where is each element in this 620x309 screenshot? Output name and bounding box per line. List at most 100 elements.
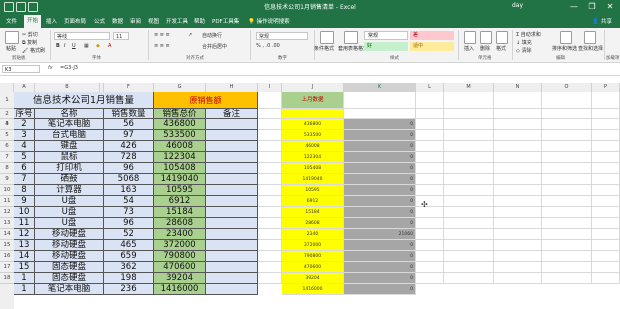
table-row-seq[interactable]: 7	[14, 174, 35, 185]
orientation-icon[interactable]: ↗	[188, 32, 192, 38]
cut-button[interactable]: ✂ 剪切	[22, 31, 38, 38]
table-row-name[interactable]: 固态硬盘	[35, 273, 104, 284]
empty-cell[interactable]	[592, 141, 620, 152]
difference-value[interactable]: 0	[344, 196, 416, 207]
table-row-note[interactable]	[206, 174, 258, 185]
font-color-icon[interactable]: A	[108, 43, 111, 49]
empty-cell[interactable]	[258, 196, 282, 207]
empty-cell[interactable]	[592, 163, 620, 174]
table-row-note[interactable]	[206, 262, 258, 273]
row-header[interactable]: 11	[0, 196, 14, 207]
row-header[interactable]: 5	[0, 130, 14, 141]
format-cells-icon[interactable]	[496, 31, 508, 44]
empty-cell[interactable]	[444, 119, 494, 130]
header-seq[interactable]: 序号	[14, 109, 35, 119]
empty-cell[interactable]	[592, 240, 620, 251]
empty-cell[interactable]	[542, 196, 592, 207]
empty-cell[interactable]	[416, 141, 444, 152]
minimize-button[interactable]: —	[568, 1, 580, 12]
table-row-note[interactable]	[206, 152, 258, 163]
difference-value[interactable]: 0	[344, 284, 416, 295]
user-name[interactable]: day	[512, 2, 523, 9]
empty-cell[interactable]	[592, 218, 620, 229]
empty-cell[interactable]	[592, 196, 620, 207]
fill-button[interactable]: ↓ 填充	[516, 39, 532, 46]
empty-cell[interactable]	[542, 152, 592, 163]
align-left-icon[interactable]: ≡ ≡ ≡	[154, 43, 170, 49]
empty-cell[interactable]	[494, 240, 542, 251]
table-row-qty[interactable]: 96	[104, 163, 154, 174]
empty-cell[interactable]	[416, 174, 444, 185]
table-row-seq[interactable]: 12	[14, 229, 35, 240]
empty-cell[interactable]	[416, 240, 444, 251]
table-row-seq[interactable]: 6	[14, 163, 35, 174]
prev-month-value[interactable]: 2340	[282, 229, 344, 240]
tell-me-search[interactable]: 💡 操作说明搜索	[248, 17, 290, 25]
empty-cell[interactable]	[444, 240, 494, 251]
table-row-total[interactable]: 470600	[154, 262, 206, 273]
table-row-qty[interactable]: 56	[104, 119, 154, 130]
number-format-icons[interactable]: % , .0 .00	[256, 43, 280, 49]
empty-cell[interactable]	[542, 174, 592, 185]
empty-cell[interactable]	[542, 141, 592, 152]
table-row-name[interactable]: 键盘	[35, 141, 104, 152]
conditional-format-button[interactable]: 条件格式	[314, 45, 334, 52]
empty-cell[interactable]	[444, 229, 494, 240]
empty-cell[interactable]	[258, 218, 282, 229]
delete-cells-icon[interactable]	[480, 31, 492, 44]
table-row-name[interactable]: 打印机	[35, 163, 104, 174]
empty-cell[interactable]	[416, 229, 444, 240]
column-header-a[interactable]: A	[14, 83, 35, 92]
table-row-note[interactable]	[206, 163, 258, 174]
merge-center-button[interactable]: 合并后居中	[202, 43, 227, 50]
empty-cell[interactable]	[592, 119, 620, 130]
row-header[interactable]: 7	[0, 152, 14, 163]
difference-value[interactable]: 0	[344, 251, 416, 262]
table-row-name[interactable]: 台式电脑	[35, 130, 104, 141]
empty-cell[interactable]	[494, 262, 542, 273]
table-row-seq[interactable]: 8	[14, 185, 35, 196]
bold-icon[interactable]: B	[56, 43, 60, 49]
tab-view[interactable]: 视图	[148, 17, 159, 25]
empty-cell[interactable]	[258, 240, 282, 251]
empty-cell[interactable]	[258, 262, 282, 273]
table-row-qty[interactable]: 96	[104, 218, 154, 229]
find-select-icon[interactable]	[584, 31, 596, 44]
row-header[interactable]: 2	[0, 109, 14, 119]
table-row-name[interactable]: 移动硬盘	[35, 229, 104, 240]
wrap-text-button[interactable]: 自动换行	[202, 32, 222, 39]
prev-month-value[interactable]: 15184	[282, 207, 344, 218]
table-row-total[interactable]: 39204	[154, 273, 206, 284]
empty-cell[interactable]	[416, 163, 444, 174]
column-header-g[interactable]: G	[154, 83, 206, 92]
copy-button[interactable]: ⧉ 复制	[22, 39, 37, 46]
difference-value[interactable]: 0	[344, 273, 416, 284]
border-icon[interactable]: ▦	[84, 43, 89, 49]
find-select-button[interactable]: 查找和选择	[578, 45, 603, 52]
table-row-seq[interactable]: 5	[14, 152, 35, 163]
tab-help[interactable]: 帮助	[194, 17, 205, 25]
table-row-name[interactable]: 硒鼓	[35, 174, 104, 185]
column-header-j[interactable]: J	[282, 83, 344, 92]
empty-cell[interactable]	[444, 262, 494, 273]
empty-cell[interactable]	[592, 174, 620, 185]
paste-button[interactable]: 粘贴	[6, 45, 16, 52]
empty-cell[interactable]	[592, 109, 620, 119]
table-row-seq[interactable]: 3	[14, 130, 35, 141]
table-row-note[interactable]	[206, 130, 258, 141]
empty-cell[interactable]	[416, 273, 444, 284]
empty-cell[interactable]	[542, 130, 592, 141]
prev-month-value[interactable]: 1419040	[282, 174, 344, 185]
right-header-cell[interactable]: 上月数据	[282, 92, 344, 109]
empty-cell[interactable]	[494, 218, 542, 229]
empty-cell[interactable]	[494, 130, 542, 141]
empty-cell[interactable]	[444, 109, 494, 119]
empty-cell[interactable]	[592, 130, 620, 141]
empty-cell[interactable]	[494, 119, 542, 130]
empty-cell[interactable]	[258, 141, 282, 152]
empty-cell[interactable]	[494, 141, 542, 152]
empty-cell[interactable]	[592, 229, 620, 240]
restore-button[interactable]: ❐	[586, 1, 598, 12]
column-header-m[interactable]: M	[444, 83, 494, 92]
format-cells-button[interactable]: 格式	[496, 45, 506, 52]
